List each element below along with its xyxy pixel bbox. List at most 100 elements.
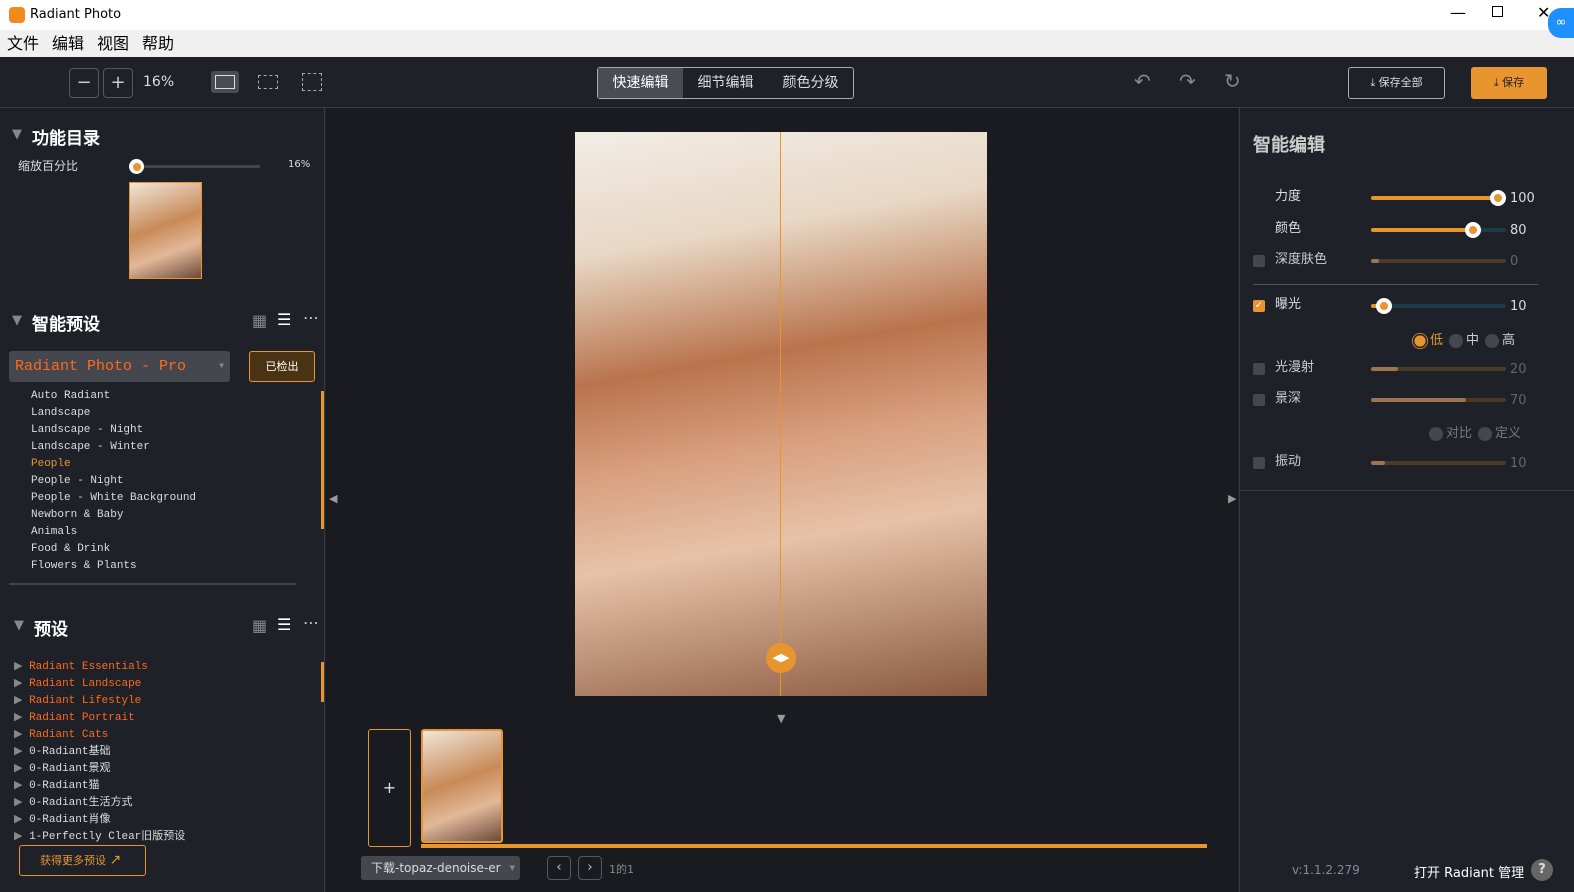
split-handle-icon[interactable]: ◀▶	[766, 643, 796, 673]
menu-help[interactable]: 帮助	[142, 30, 174, 57]
single-view-button[interactable]	[211, 71, 239, 93]
slider-checkbox[interactable]	[1253, 363, 1265, 375]
slider-checkbox[interactable]	[1253, 457, 1265, 469]
next-page-button[interactable]: ›	[578, 856, 602, 880]
filmstrip-scrollbar[interactable]	[421, 844, 1207, 848]
preset-folder[interactable]: ▶ 0-Radiant景观	[14, 761, 185, 778]
smart-preset-item[interactable]: Landscape - Night	[31, 422, 196, 439]
filmstrip-thumbnail[interactable]	[421, 729, 503, 843]
depth-mode-option[interactable]: 对比	[1429, 426, 1472, 441]
tab-detail-edit[interactable]: 细节编辑	[683, 68, 768, 98]
undo-icon[interactable]: ↶	[1134, 69, 1151, 93]
open-manager-link[interactable]: 打开 Radiant 管理	[1414, 862, 1524, 881]
slider[interactable]	[1371, 398, 1506, 402]
collapse-filmstrip-icon[interactable]: ▼	[777, 712, 785, 725]
collapse-right-icon[interactable]: ▶	[1228, 492, 1236, 505]
folder-select[interactable]: 下载-topaz-denoise-er ▼	[361, 856, 520, 880]
smart-preset-item[interactable]: Food & Drink	[31, 541, 196, 558]
grid-view-icon[interactable]: ▦	[252, 616, 267, 635]
preset-folder[interactable]: ▶ 0-Radiant生活方式	[14, 795, 185, 812]
exposure-level-option[interactable]: 中	[1449, 333, 1479, 348]
side-by-side-view-icon[interactable]	[258, 75, 278, 89]
slider[interactable]	[1371, 298, 1506, 314]
list-view-icon[interactable]: ☰	[277, 615, 291, 634]
zoom-out-button[interactable]: −	[69, 68, 99, 98]
slider[interactable]	[1371, 367, 1506, 371]
minimize-button[interactable]: —	[1450, 3, 1466, 22]
preset-folder[interactable]: ▶ 0-Radiant肖像	[14, 812, 185, 829]
slider[interactable]	[1371, 461, 1506, 465]
tab-quick-edit[interactable]: 快速编辑	[598, 68, 683, 98]
tab-color-grading[interactable]: 颜色分级	[768, 68, 853, 98]
prev-page-button[interactable]: ‹	[547, 856, 571, 880]
exposure-level-option[interactable]: 高	[1485, 333, 1515, 348]
preset-folder[interactable]: ▶ Radiant Cats	[14, 727, 185, 744]
preset-folder[interactable]: ▶ 0-Radiant基础	[14, 744, 185, 761]
redo-icon[interactable]: ↷	[1179, 69, 1196, 93]
collapse-triangle-icon[interactable]: ▼	[12, 127, 22, 142]
smart-preset-item[interactable]: Landscape	[31, 405, 196, 422]
smart-preset-item[interactable]: Animals	[31, 524, 196, 541]
slider-checkbox[interactable]	[1253, 255, 1265, 267]
smart-preset-item[interactable]: Auto Radiant	[31, 388, 196, 405]
expand-triangle-icon[interactable]: ▶	[14, 678, 29, 690]
menu-edit[interactable]: 编辑	[52, 30, 84, 57]
expand-triangle-icon[interactable]: ▶	[14, 831, 29, 843]
split-line[interactable]	[780, 132, 781, 696]
smart-preset-item[interactable]: Flowers & Plants	[31, 558, 196, 575]
floating-link-icon[interactable]: ∞	[1548, 8, 1574, 38]
expand-triangle-icon[interactable]: ▶	[14, 763, 29, 775]
smart-preset-item[interactable]: Landscape - Winter	[31, 439, 196, 456]
exposure-level-option[interactable]: 低	[1413, 333, 1443, 348]
scrollbar[interactable]	[321, 391, 324, 529]
slider[interactable]	[1371, 259, 1506, 263]
scrollbar[interactable]	[321, 662, 324, 702]
preset-folder[interactable]: ▶ Radiant Essentials	[14, 659, 185, 676]
collapse-left-icon[interactable]: ◀	[329, 492, 337, 505]
add-image-button[interactable]: +	[368, 729, 411, 847]
smart-preset-select[interactable]: Radiant Photo - Pro ▼	[9, 351, 230, 382]
detected-button[interactable]: 已检出	[249, 351, 315, 382]
smart-preset-item[interactable]: People - Night	[31, 473, 196, 490]
save-button[interactable]: ⤓ 保存	[1471, 67, 1547, 99]
slider-checkbox[interactable]	[1253, 394, 1265, 406]
reset-icon[interactable]: ↻	[1224, 69, 1241, 93]
expand-triangle-icon[interactable]: ▶	[14, 797, 29, 809]
save-all-button[interactable]: ⤓ 保存全部	[1348, 67, 1445, 99]
grid-view-icon[interactable]: ▦	[252, 311, 267, 330]
help-button[interactable]: ?	[1531, 859, 1553, 881]
maximize-button[interactable]	[1492, 6, 1503, 17]
preset-folder[interactable]: ▶ Radiant Portrait	[14, 710, 185, 727]
photo-preview[interactable]: ◀▶	[575, 132, 987, 696]
zoom-slider[interactable]	[129, 159, 260, 174]
get-more-presets-button[interactable]: 获得更多预设 ↗	[19, 845, 146, 876]
menu-file[interactable]: 文件	[7, 30, 39, 57]
preset-folder[interactable]: ▶ 1-Perfectly Clear旧版预设	[14, 829, 185, 846]
preset-folder[interactable]: ▶ Radiant Lifestyle	[14, 693, 185, 710]
expand-triangle-icon[interactable]: ▶	[14, 661, 29, 673]
depth-mode-option[interactable]: 定义	[1478, 426, 1521, 441]
slider[interactable]	[1371, 222, 1506, 238]
expand-triangle-icon[interactable]: ▶	[14, 729, 29, 741]
smart-preset-item[interactable]: People	[31, 456, 196, 473]
zoom-in-button[interactable]: +	[103, 68, 133, 98]
preset-folder[interactable]: ▶ 0-Radiant猫	[14, 778, 185, 795]
smart-preset-item[interactable]: Newborn & Baby	[31, 507, 196, 524]
collapse-triangle-icon[interactable]: ▼	[12, 313, 22, 328]
expand-triangle-icon[interactable]: ▶	[14, 780, 29, 792]
navigator-thumbnail[interactable]	[129, 182, 202, 279]
smart-preset-item[interactable]: People - White Background	[31, 490, 196, 507]
list-view-icon[interactable]: ☰	[277, 310, 291, 329]
more-icon[interactable]: ⋯	[303, 308, 319, 327]
menu-view[interactable]: 视图	[97, 30, 129, 57]
preset-folder[interactable]: ▶ Radiant Landscape	[14, 676, 185, 693]
expand-triangle-icon[interactable]: ▶	[14, 695, 29, 707]
collapse-triangle-icon[interactable]: ▼	[14, 618, 24, 633]
slider-checkbox[interactable]: ✓	[1253, 300, 1265, 312]
expand-triangle-icon[interactable]: ▶	[14, 712, 29, 724]
split-view-icon[interactable]	[302, 73, 322, 91]
slider[interactable]	[1371, 190, 1506, 206]
expand-triangle-icon[interactable]: ▶	[14, 746, 29, 758]
more-icon[interactable]: ⋯	[303, 613, 319, 632]
expand-triangle-icon[interactable]: ▶	[14, 814, 29, 826]
